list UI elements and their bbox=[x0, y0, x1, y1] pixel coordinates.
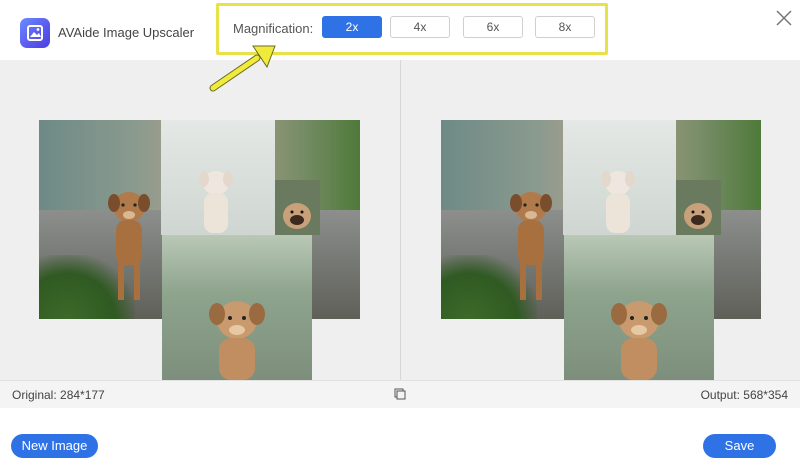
magnification-6x-button[interactable]: 6x bbox=[463, 16, 523, 38]
original-preview-pane bbox=[0, 60, 400, 380]
original-photo-closeup bbox=[162, 235, 312, 380]
magnification-8x-button[interactable]: 8x bbox=[535, 16, 595, 38]
close-icon[interactable] bbox=[774, 8, 794, 28]
output-photo-faded bbox=[563, 120, 676, 235]
original-photo-faded bbox=[161, 120, 275, 235]
new-image-button[interactable]: New Image bbox=[11, 434, 98, 458]
save-button[interactable]: Save bbox=[703, 434, 776, 458]
dog-illustration bbox=[510, 192, 552, 300]
resolution-info-bar: Original: 284*177 Output: 568*354 bbox=[0, 380, 800, 408]
dog-illustration bbox=[108, 192, 150, 300]
magnification-4x-button[interactable]: 4x bbox=[390, 16, 450, 38]
output-resolution: Output: 568*354 bbox=[700, 388, 788, 402]
annotation-arrow-icon bbox=[209, 45, 276, 92]
output-photo-closeup bbox=[564, 235, 714, 380]
app-title: AVAide Image Upscaler bbox=[58, 25, 195, 40]
compare-icon[interactable] bbox=[394, 388, 406, 400]
magnification-2x-button[interactable]: 2x bbox=[322, 16, 382, 38]
output-photo-small bbox=[676, 180, 721, 235]
original-resolution: Original: 284*177 bbox=[12, 388, 105, 402]
magnification-label: Magnification: bbox=[233, 21, 314, 36]
title-bar: AVAide Image Upscaler Magnification: 2x … bbox=[0, 0, 800, 60]
app-logo-icon bbox=[20, 18, 50, 48]
output-preview-pane bbox=[401, 60, 800, 380]
original-photo-small bbox=[275, 180, 320, 235]
